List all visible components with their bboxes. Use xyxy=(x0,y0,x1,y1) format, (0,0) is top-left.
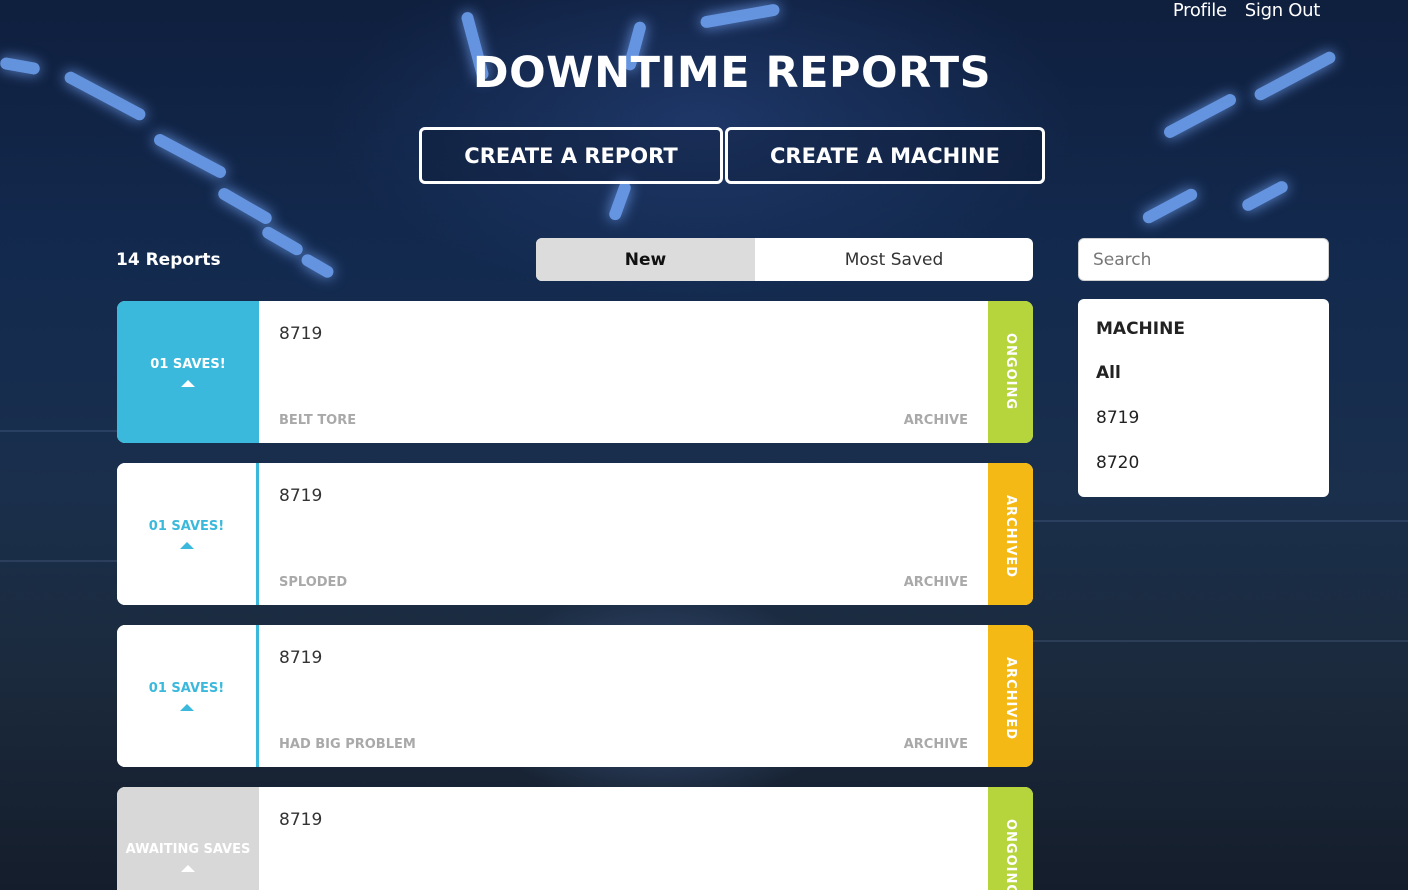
sort-toggle: New Most Saved xyxy=(536,238,1033,281)
machine-filter-panel: MACHINE All 8719 8720 xyxy=(1078,299,1329,497)
action-buttons: CREATE A REPORT CREATE A MACHINE xyxy=(419,127,1045,184)
save-button[interactable]: AWAITING SAVES xyxy=(117,787,259,890)
report-card[interactable]: AWAITING SAVES 8719 ONGOING xyxy=(117,787,1033,890)
saves-label: 01 SAVES! xyxy=(148,681,225,696)
report-count: 14 Reports xyxy=(116,250,221,270)
report-machine: 8719 xyxy=(279,324,323,344)
filter-item-8720[interactable]: 8720 xyxy=(1096,453,1311,498)
report-body: 8719 HAD BIG PROBLEM ARCHIVE xyxy=(259,625,988,767)
status-label: ONGOING xyxy=(1003,333,1018,411)
report-body: 8719 xyxy=(259,787,988,890)
save-button[interactable]: 01 SAVES! xyxy=(117,625,259,767)
sort-option-new[interactable]: New xyxy=(536,238,755,281)
sign-out-link[interactable]: Sign Out xyxy=(1245,0,1321,21)
status-label: ARCHIVED xyxy=(1003,657,1018,741)
report-card[interactable]: 01 SAVES! 8719 HAD BIG PROBLEM ARCHIVE A… xyxy=(117,625,1033,767)
saves-label: AWAITING SAVES xyxy=(125,842,251,857)
report-card[interactable]: 01 SAVES! 8719 SPLODED ARCHIVE ARCHIVED xyxy=(117,463,1033,605)
caret-up-icon xyxy=(181,380,195,387)
archive-button[interactable]: ARCHIVE xyxy=(904,737,968,752)
filter-heading: MACHINE xyxy=(1096,319,1185,339)
create-machine-button[interactable]: CREATE A MACHINE xyxy=(725,127,1045,184)
top-nav: Profile Sign Out xyxy=(1173,0,1320,21)
status-label: ARCHIVED xyxy=(1003,495,1018,579)
filter-item-all[interactable]: All xyxy=(1096,363,1311,408)
report-machine: 8719 xyxy=(279,486,323,506)
status-label: ONGOING xyxy=(1003,819,1018,890)
caret-up-icon xyxy=(179,542,194,549)
save-button[interactable]: 01 SAVES! xyxy=(117,301,259,443)
report-machine: 8719 xyxy=(279,810,323,830)
search-input[interactable] xyxy=(1078,238,1329,281)
report-machine: 8719 xyxy=(279,648,323,668)
saves-label: 01 SAVES! xyxy=(148,519,225,534)
profile-link[interactable]: Profile xyxy=(1173,0,1227,21)
caret-up-icon xyxy=(181,865,195,872)
save-button[interactable]: 01 SAVES! xyxy=(117,463,259,605)
archive-button[interactable]: ARCHIVE xyxy=(904,575,968,590)
report-body: 8719 BELT TORE ARCHIVE xyxy=(259,301,988,443)
page-title: DOWNTIME REPORTS xyxy=(472,48,992,98)
report-card[interactable]: 01 SAVES! 8719 BELT TORE ARCHIVE ONGOING xyxy=(117,301,1033,443)
sort-option-most-saved[interactable]: Most Saved xyxy=(755,238,1033,281)
report-body: 8719 SPLODED ARCHIVE xyxy=(259,463,988,605)
report-description: BELT TORE xyxy=(279,413,357,428)
report-description: HAD BIG PROBLEM xyxy=(279,737,416,752)
create-report-button[interactable]: CREATE A REPORT xyxy=(419,127,723,184)
status-badge[interactable]: ARCHIVED xyxy=(988,463,1033,605)
status-badge[interactable]: ARCHIVED xyxy=(988,625,1033,767)
filter-item-8719[interactable]: 8719 xyxy=(1096,408,1311,453)
saves-label: 01 SAVES! xyxy=(150,357,226,372)
caret-up-icon xyxy=(179,704,194,711)
report-description: SPLODED xyxy=(279,575,348,590)
status-badge[interactable]: ONGOING xyxy=(988,787,1033,890)
status-badge[interactable]: ONGOING xyxy=(988,301,1033,443)
archive-button[interactable]: ARCHIVE xyxy=(904,413,968,428)
